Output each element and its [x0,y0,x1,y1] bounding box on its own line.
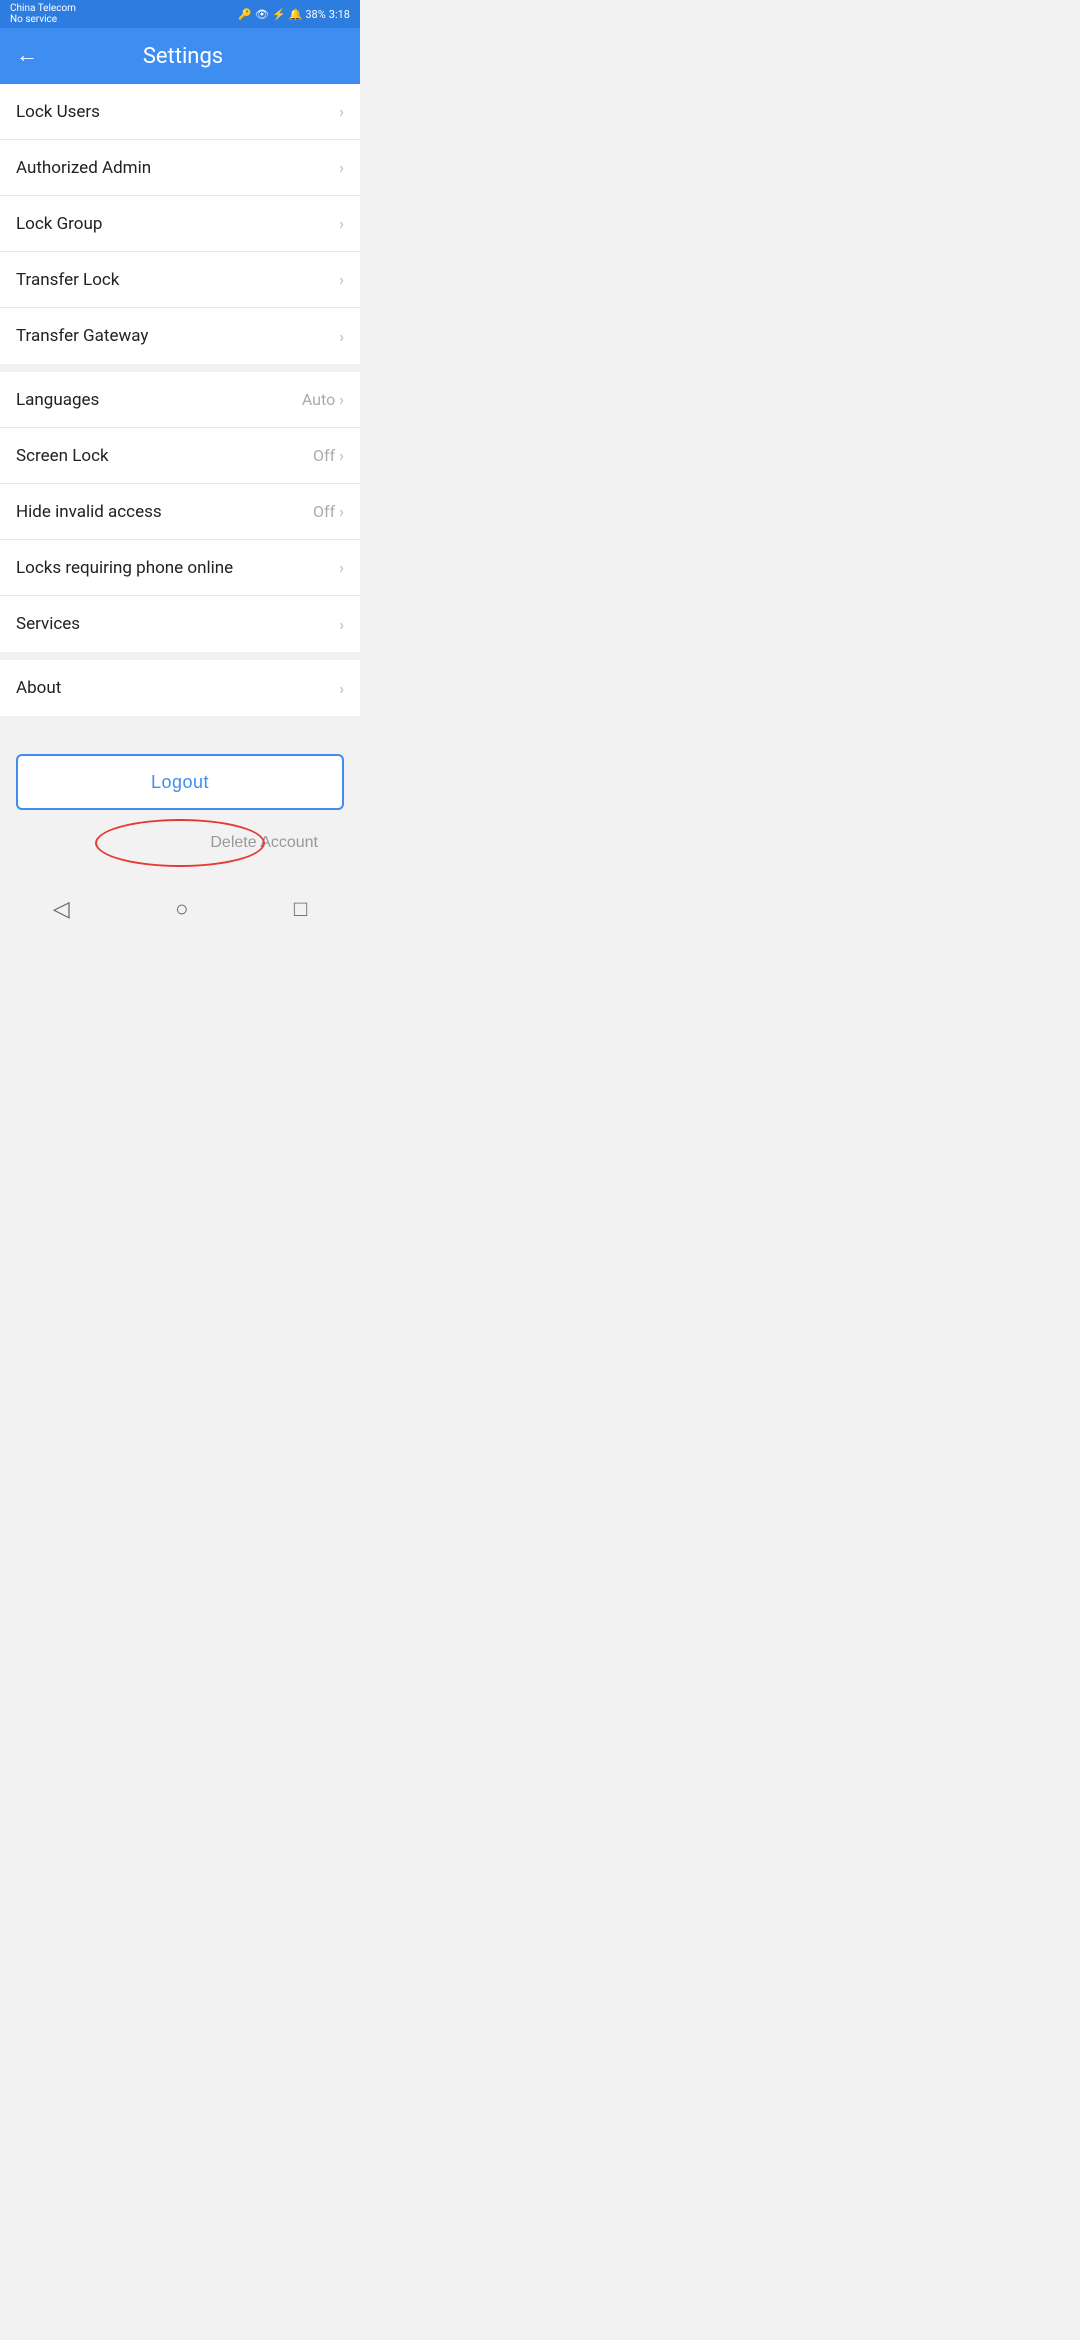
nav-bar: ◁ ○ □ [0,884,360,938]
carrier-name: China Telecom [10,3,76,14]
hide-invalid-access-value: Off [313,502,335,521]
carrier-info: China Telecom No service [10,3,76,25]
authorized-admin-right: › [339,158,344,177]
settings-item-lock-group[interactable]: Lock Group › [0,196,360,252]
time: 3:18 [329,8,350,21]
nav-back-button[interactable]: ◁ [53,897,70,922]
about-label: About [16,678,61,698]
hide-invalid-access-right: Off › [313,502,344,521]
settings-item-services[interactable]: Services › [0,596,360,652]
settings-section-3: About › [0,660,360,716]
screen-lock-value: Off [313,446,335,465]
battery: 38% [305,8,325,21]
services-right: › [339,615,344,634]
chevron-icon: › [339,558,344,577]
lock-group-right: › [339,214,344,233]
bottom-area: Logout Delete Account [0,724,360,876]
settings-item-languages[interactable]: Languages Auto › [0,372,360,428]
screen-lock-label: Screen Lock [16,446,109,466]
settings-section-1: Lock Users › Authorized Admin › Lock Gro… [0,84,360,364]
header: ← Settings [0,28,360,84]
page-title: Settings [58,44,308,69]
alarm-icon: 🔔 [289,8,303,21]
back-button[interactable]: ← [16,45,38,67]
services-label: Services [16,614,80,634]
lock-users-label: Lock Users [16,102,100,122]
lock-group-label: Lock Group [16,214,102,234]
settings-item-locks-requiring-phone[interactable]: Locks requiring phone online › [0,540,360,596]
chevron-icon: › [339,679,344,698]
chevron-icon: › [339,214,344,233]
eye-icon: 👁 [255,8,269,21]
key-icon: 🔑 [238,8,252,21]
locks-requiring-phone-label: Locks requiring phone online [16,558,233,578]
settings-item-screen-lock[interactable]: Screen Lock Off › [0,428,360,484]
chevron-icon: › [339,327,344,346]
chevron-icon: › [339,615,344,634]
chevron-icon: › [339,158,344,177]
settings-item-transfer-gateway[interactable]: Transfer Gateway › [0,308,360,364]
no-service: No service [10,14,76,25]
bluetooth-icon: ⚡ [272,8,286,21]
settings-item-hide-invalid-access[interactable]: Hide invalid access Off › [0,484,360,540]
nav-recent-button[interactable]: □ [294,896,307,922]
status-icons: 🔑 👁 ⚡ 🔔 38% 3:18 [238,8,350,21]
chevron-icon: › [339,270,344,289]
delete-account-wrapper: Delete Account [16,826,344,860]
hide-invalid-access-label: Hide invalid access [16,502,162,522]
chevron-icon: › [339,102,344,121]
transfer-lock-label: Transfer Lock [16,270,119,290]
settings-item-authorized-admin[interactable]: Authorized Admin › [0,140,360,196]
chevron-icon: › [339,502,344,521]
logout-button[interactable]: Logout [16,754,344,810]
languages-value: Auto [302,390,335,409]
settings-section-2: Languages Auto › Screen Lock Off › Hide … [0,372,360,652]
chevron-icon: › [339,390,344,409]
settings-item-transfer-lock[interactable]: Transfer Lock › [0,252,360,308]
settings-item-lock-users[interactable]: Lock Users › [0,84,360,140]
authorized-admin-label: Authorized Admin [16,158,151,178]
languages-right: Auto › [302,390,344,409]
delete-account-button[interactable]: Delete Account [194,826,334,860]
locks-requiring-phone-right: › [339,558,344,577]
transfer-gateway-right: › [339,327,344,346]
status-bar: China Telecom No service 🔑 👁 ⚡ 🔔 38% 3:1… [0,0,360,28]
transfer-lock-right: › [339,270,344,289]
screen-lock-right: Off › [313,446,344,465]
nav-home-button[interactable]: ○ [175,896,188,922]
languages-label: Languages [16,390,99,410]
about-right: › [339,679,344,698]
transfer-gateway-label: Transfer Gateway [16,326,148,346]
lock-users-right: › [339,102,344,121]
settings-item-about[interactable]: About › [0,660,360,716]
chevron-icon: › [339,446,344,465]
